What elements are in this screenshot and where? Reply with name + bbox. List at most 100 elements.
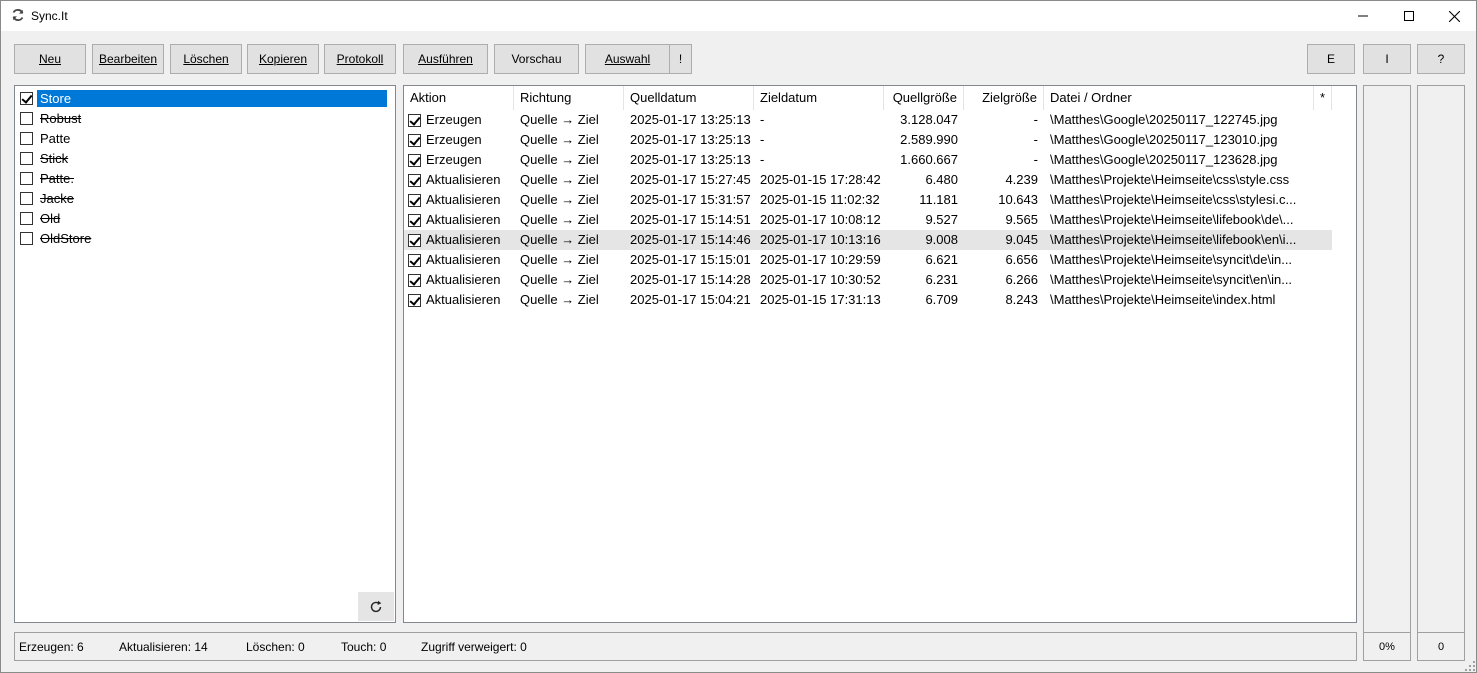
status-create: Erzeugen: 6: [19, 640, 84, 654]
help-button[interactable]: ?: [1417, 44, 1465, 74]
sync-table[interactable]: Aktion Richtung Quelldatum Zieldatum Quellgr…: [403, 85, 1357, 623]
progress-percent: 0%: [1363, 632, 1411, 661]
new-button[interactable]: Neu: [14, 44, 86, 74]
delete-button[interactable]: Löschen: [170, 44, 242, 74]
profile-item[interactable]: Patte.: [20, 168, 77, 188]
run-button[interactable]: Ausführen: [403, 44, 488, 74]
source-date-cell: 2025-01-17 15:04:21: [630, 292, 751, 307]
row-checkbox[interactable]: [408, 113, 421, 127]
target-size-cell: 9.045: [1005, 232, 1038, 247]
col-action-header[interactable]: Aktion: [404, 86, 514, 110]
profile-label: Patte.: [40, 170, 74, 186]
profile-item[interactable]: Old: [20, 208, 63, 228]
preview-button[interactable]: Vorschau: [494, 44, 579, 74]
profile-item[interactable]: Patte: [20, 128, 73, 148]
action-label: Aktualisieren: [426, 172, 501, 187]
table-row[interactable]: Aktualisieren Quelle → Ziel 2025-01-17 15:…: [404, 290, 1332, 310]
copy-button[interactable]: Kopieren: [247, 44, 319, 74]
table-row[interactable]: Aktualisieren Quelle → Ziel 2025-01-17 15:…: [404, 230, 1332, 250]
profile-label: Stick: [40, 150, 69, 166]
profile-label: Patte: [40, 130, 71, 146]
row-checkbox[interactable]: [408, 193, 421, 207]
profile-checkbox[interactable]: [20, 111, 33, 125]
close-icon: [1448, 10, 1460, 22]
refresh-icon: [370, 600, 382, 612]
path-cell: \Matthes\Google\20250117_123010.jpg: [1050, 132, 1278, 147]
profile-label: Old: [40, 210, 61, 226]
profile-item[interactable]: Stick: [20, 148, 71, 168]
action-label: Erzeugen: [426, 132, 482, 147]
action-cell: Erzeugen: [408, 110, 514, 130]
profile-item[interactable]: Jacke: [20, 188, 77, 208]
target-size-cell: -: [1033, 152, 1038, 167]
col-star-header[interactable]: *: [1314, 86, 1332, 110]
i-button[interactable]: I: [1363, 44, 1411, 74]
path-cell: \Matthes\Projekte\Heimseite\css\stylesi.…: [1050, 192, 1297, 207]
profile-checkbox[interactable]: [20, 91, 33, 105]
edit-button[interactable]: Bearbeiten: [92, 44, 164, 74]
profile-checkbox[interactable]: [20, 191, 33, 205]
source-date-cell: 2025-01-17 15:15:01: [630, 252, 751, 267]
table-row[interactable]: Aktualisieren Quelle → Ziel 2025-01-17 15:…: [404, 250, 1332, 270]
counter-column: [1417, 85, 1465, 661]
row-checkbox[interactable]: [408, 293, 421, 307]
col-target-size-header[interactable]: Zielgröße: [964, 86, 1044, 110]
source-size-cell: 2.589.990: [900, 132, 958, 147]
profile-checkbox[interactable]: [20, 131, 33, 145]
row-checkbox[interactable]: [408, 153, 421, 167]
close-button[interactable]: [1431, 1, 1477, 31]
profile-item[interactable]: Robust: [20, 108, 84, 128]
path-cell: \Matthes\Projekte\Heimseite\lifebook\de\…: [1050, 212, 1294, 227]
source-date-cell: 2025-01-17 15:14:46: [630, 232, 751, 247]
direction-cell: Quelle → Ziel: [520, 232, 599, 247]
title-bar[interactable]: Sync.It: [1, 1, 1476, 31]
profile-list[interactable]: Store Robust Patte Stick Patte. Jacke Old OldSt…: [14, 85, 396, 623]
source-size-cell: 6.709: [925, 292, 958, 307]
e-button[interactable]: E: [1307, 44, 1355, 74]
target-date-cell: -: [760, 112, 765, 127]
profile-item[interactable]: Store: [20, 88, 387, 108]
log-button[interactable]: Protokoll: [324, 44, 396, 74]
col-direction-header[interactable]: Richtung: [514, 86, 624, 110]
source-date-cell: 2025-01-17 13:25:13: [630, 112, 751, 127]
resize-grip-icon[interactable]: [1464, 660, 1476, 672]
col-path-header[interactable]: Datei / Ordner: [1044, 86, 1314, 110]
profile-checkbox[interactable]: [20, 231, 33, 245]
row-checkbox[interactable]: [408, 173, 421, 187]
progress-column: [1363, 85, 1411, 661]
table-row[interactable]: Aktualisieren Quelle → Ziel 2025-01-17 15:…: [404, 270, 1332, 290]
row-checkbox[interactable]: [408, 133, 421, 147]
col-source-date-header[interactable]: Quelldatum: [624, 86, 754, 110]
minimize-button[interactable]: [1340, 1, 1386, 31]
profile-label: OldStore: [40, 230, 92, 246]
refresh-button[interactable]: [358, 592, 394, 621]
table-row[interactable]: Aktualisieren Quelle → Ziel 2025-01-17 15:…: [404, 190, 1332, 210]
sync-icon: [12, 9, 24, 21]
profile-label: Jacke: [40, 190, 74, 206]
action-cell: Aktualisieren: [408, 170, 514, 190]
path-cell: \Matthes\Google\20250117_123628.jpg: [1050, 152, 1278, 167]
direction-cell: Quelle → Ziel: [520, 132, 599, 147]
profile-checkbox[interactable]: [20, 151, 33, 165]
table-row[interactable]: Aktualisieren Quelle → Ziel 2025-01-17 15:…: [404, 210, 1332, 230]
table-row[interactable]: Erzeugen Quelle → Ziel 2025-01-17 13:25:13…: [404, 110, 1332, 130]
row-checkbox[interactable]: [408, 233, 421, 247]
table-row[interactable]: Erzeugen Quelle → Ziel 2025-01-17 13:25:13…: [404, 150, 1332, 170]
table-row[interactable]: Erzeugen Quelle → Ziel 2025-01-17 13:25:13…: [404, 130, 1332, 150]
col-source-size-header[interactable]: Quellgröße: [884, 86, 964, 110]
row-checkbox[interactable]: [408, 273, 421, 287]
row-checkbox[interactable]: [408, 253, 421, 267]
source-size-cell: 11.181: [919, 192, 958, 207]
profile-item[interactable]: OldStore: [20, 228, 94, 248]
col-target-date-header[interactable]: Zieldatum: [754, 86, 884, 110]
select-button[interactable]: Auswahl: [585, 44, 670, 74]
status-denied: Zugriff verweigert: 0: [421, 640, 527, 654]
select-dropdown-button[interactable]: !: [669, 44, 692, 74]
maximize-button[interactable]: [1386, 1, 1432, 31]
row-checkbox[interactable]: [408, 213, 421, 227]
action-label: Erzeugen: [426, 112, 482, 127]
profile-checkbox[interactable]: [20, 171, 33, 185]
target-date-cell: 2025-01-17 10:29:59: [760, 252, 881, 267]
profile-checkbox[interactable]: [20, 211, 33, 225]
table-row[interactable]: Aktualisieren Quelle → Ziel 2025-01-17 15:…: [404, 170, 1332, 190]
